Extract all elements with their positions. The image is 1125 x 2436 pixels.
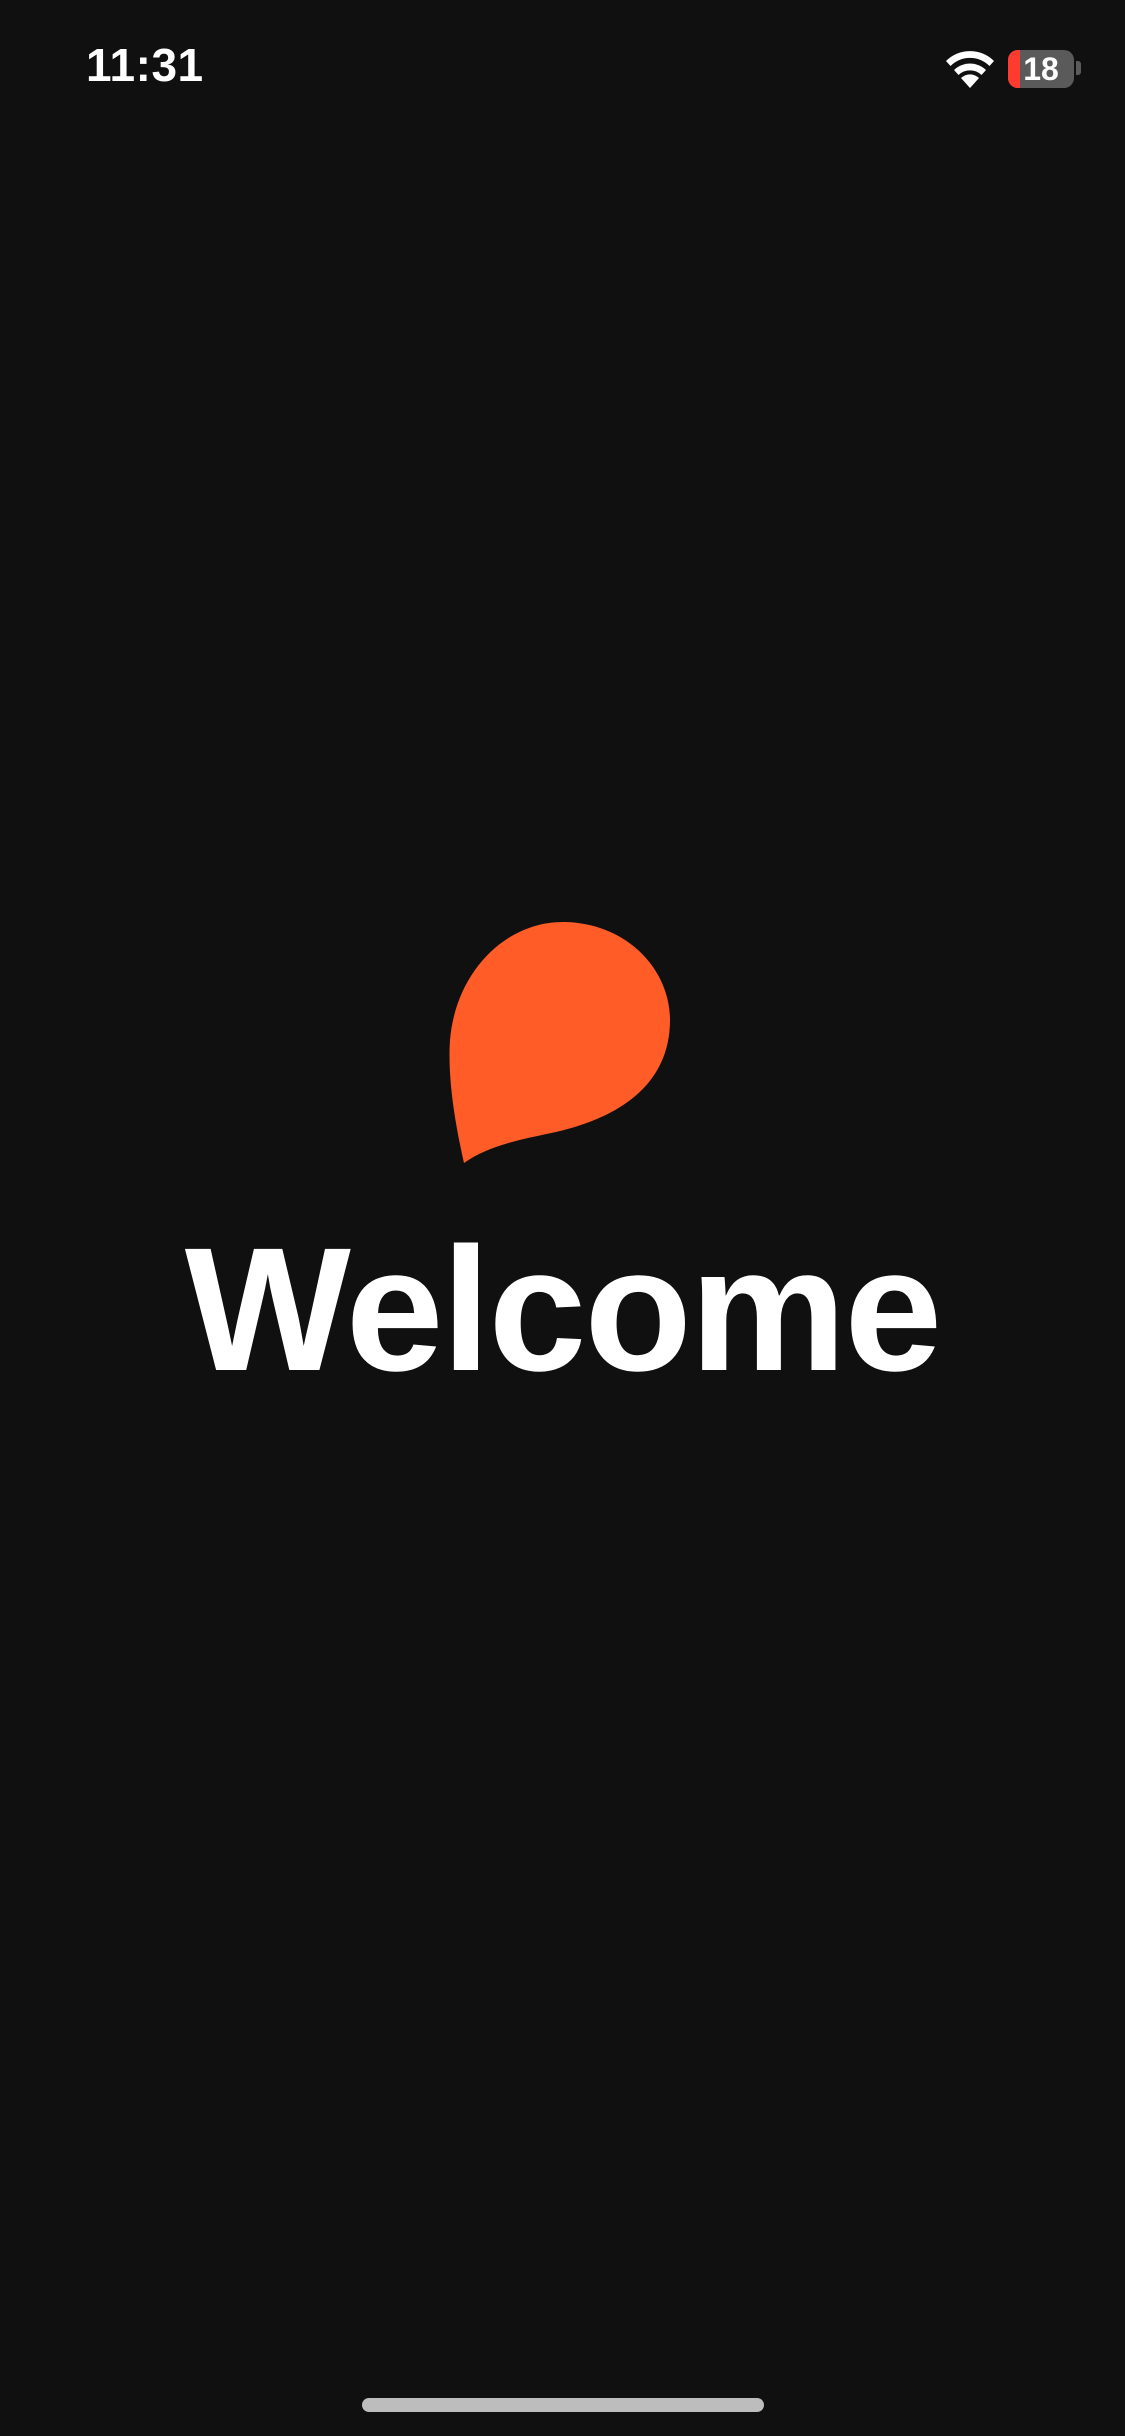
welcome-screen: 11:31 18 Welcome bbox=[0, 0, 1125, 2436]
wifi-icon bbox=[946, 51, 994, 88]
battery-body: 18 bbox=[1008, 50, 1074, 88]
status-bar: 11:31 18 bbox=[0, 0, 1125, 140]
battery-icon: 18 bbox=[1008, 50, 1074, 88]
battery-cap bbox=[1076, 61, 1081, 75]
drop-logo-icon bbox=[449, 921, 670, 1163]
welcome-title: Welcome bbox=[184, 1212, 942, 1408]
status-time: 11:31 bbox=[86, 39, 204, 91]
battery-level: 18 bbox=[1023, 51, 1059, 87]
home-indicator[interactable] bbox=[362, 2398, 764, 2412]
